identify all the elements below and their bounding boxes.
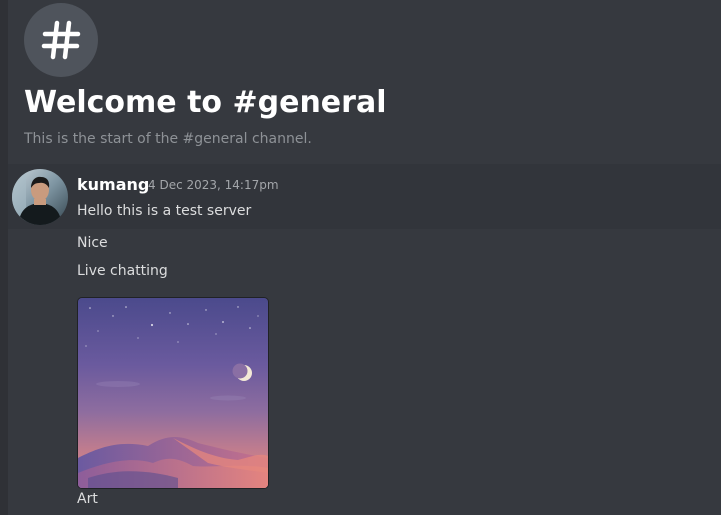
user-avatar[interactable] <box>12 169 68 225</box>
chat-view: Welcome to #general This is the start of… <box>0 0 721 515</box>
image-attachment[interactable] <box>77 297 269 489</box>
message-timestamp: 4 Dec 2023, 14:17pm <box>148 178 279 192</box>
sidebar-edge <box>0 0 8 515</box>
welcome-title: Welcome to #general <box>24 85 387 120</box>
attachment-caption: Art <box>77 491 98 507</box>
hash-icon <box>24 3 98 77</box>
message-text: Nice <box>77 235 108 251</box>
welcome-subtitle: This is the start of the #general channe… <box>24 131 312 147</box>
desert-night-landscape-image <box>78 298 268 488</box>
message-text: Hello this is a test server <box>77 203 252 219</box>
message-text: Live chatting <box>77 263 168 279</box>
message-author[interactable]: kumang <box>77 175 149 195</box>
